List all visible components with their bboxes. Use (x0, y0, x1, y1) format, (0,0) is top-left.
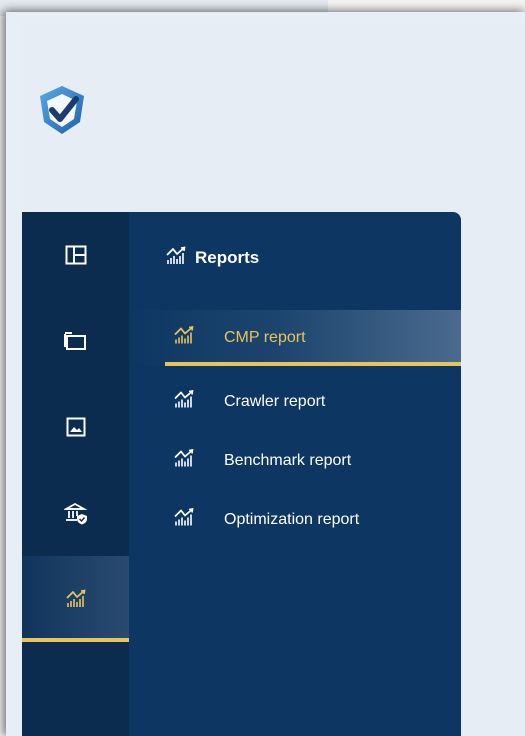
app-window: Reports CMP report Crawler report Benchm… (22, 24, 525, 736)
menu-item-label: CMP report (224, 329, 306, 346)
dashboard-icon (65, 245, 87, 265)
reports-chart-icon (173, 326, 195, 351)
folder-icon (63, 331, 88, 351)
rail-item-reports[interactable] (22, 556, 129, 642)
menu-item-cmp-report[interactable]: CMP report (129, 310, 461, 366)
rail-item-images[interactable] (22, 384, 129, 470)
menu-item-optimization-report[interactable]: Optimization report (129, 492, 461, 548)
menu-item-crawler-report[interactable]: Crawler report (129, 374, 461, 430)
panel-title: Reports (165, 232, 259, 284)
shield-check-logo-icon[interactable] (34, 82, 90, 138)
reports-chart-icon (165, 246, 187, 271)
reports-chart-icon (173, 508, 195, 533)
reports-chart-icon (173, 390, 195, 415)
image-icon (66, 417, 86, 437)
menu-item-label: Optimization report (224, 511, 360, 528)
rail-item-institution[interactable] (22, 470, 129, 556)
menu-item-label: Benchmark report (224, 452, 352, 469)
institution-shield-icon (63, 501, 88, 525)
menu-item-label: Crawler report (224, 393, 326, 410)
icon-rail (22, 212, 129, 736)
reports-panel: Reports CMP report Crawler report Benchm… (129, 212, 461, 736)
reports-chart-icon (173, 449, 195, 474)
panel-title-label: Reports (195, 248, 260, 267)
menu-item-benchmark-report[interactable]: Benchmark report (129, 433, 461, 489)
reports-chart-icon (65, 589, 87, 609)
rail-item-files[interactable] (22, 298, 129, 384)
rail-item-dashboard[interactable] (22, 212, 129, 298)
